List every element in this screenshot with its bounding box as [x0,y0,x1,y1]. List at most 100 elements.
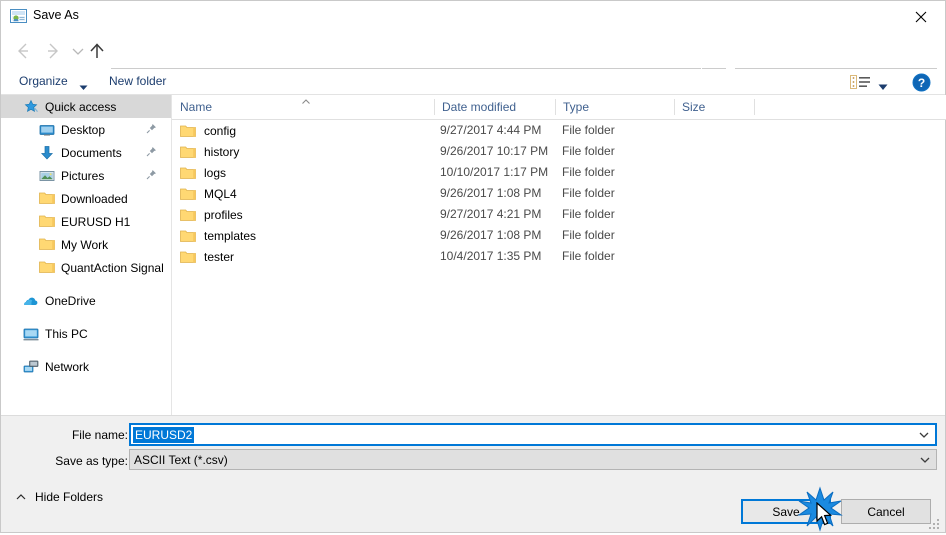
file-type-cell: File folder [562,186,615,200]
list-view-icon[interactable] [850,75,872,89]
sidebar-item-label: This PC [45,326,88,341]
close-icon[interactable] [899,1,945,31]
pin-icon[interactable] [146,146,157,157]
sidebar-item-this-pc[interactable]: This PC [1,322,171,345]
file-name-cell: profiles [180,204,243,225]
table-row[interactable]: MQL4 9/26/2017 1:08 PM File folder [172,183,946,204]
onedrive-cloud-icon [23,293,39,309]
file-date-cell: 9/26/2017 1:08 PM [440,186,542,200]
file-type-cell: File folder [562,165,615,179]
arrow-up-icon[interactable] [85,39,109,63]
sidebar-item-network[interactable]: Network [1,355,171,378]
main-content: Quick access Desktop Documents Pictures … [1,95,946,415]
sidebar-item-label: Desktop [61,122,106,137]
sidebar-item-onedrive[interactable]: OneDrive [1,289,171,312]
folder-icon [39,260,55,276]
table-row[interactable]: tester 10/4/2017 1:35 PM File folder [172,246,946,267]
file-name-label: logs [204,165,227,180]
table-row[interactable]: profiles 9/27/2017 4:21 PM File folder [172,204,946,225]
sidebar-item-downloaded[interactable]: Downloaded [1,187,171,210]
pin-icon[interactable] [146,169,157,180]
chevron-down-icon[interactable] [914,453,936,467]
file-name-label: MQL4 [204,186,237,201]
column-header-date-modified[interactable]: Date modified [434,95,555,119]
pictures-icon [39,168,55,184]
file-name-cell: templates [180,225,256,246]
chevron-down-icon[interactable] [79,80,88,94]
folder-icon [180,187,196,201]
table-row[interactable]: config 9/27/2017 4:44 PM File folder [172,120,946,141]
this-pc-icon [23,326,39,342]
sidebar-item-documents[interactable]: Documents [1,141,171,164]
file-date-cell: 9/26/2017 10:17 PM [440,144,549,158]
file-name-cell: logs [180,162,226,183]
chevron-up-icon [15,490,27,504]
hide-folders-toggle[interactable]: Hide Folders [15,490,103,504]
new-folder-button[interactable]: New folder [109,74,166,88]
save-as-type-value: ASCII Text (*.csv) [134,452,228,467]
sidebar-item-quick-access[interactable]: Quick access [1,95,171,118]
sidebar-item-label: OneDrive [45,293,96,308]
file-type-cell: File folder [562,207,615,221]
folder-icon [39,214,55,230]
sidebar-item-pictures[interactable]: Pictures [1,164,171,187]
sidebar-item-label: QuantAction Signal [61,260,164,275]
file-list-header: Name Date modified Type Size [172,95,946,120]
navigation-bar: « Roaming › MetaQuotes › Terminal › 9155… [1,32,945,92]
window-title: Save As [33,8,79,22]
sidebar-item-quantaction-signal[interactable]: QuantAction Signal [1,256,171,279]
save-button[interactable]: Save [741,499,831,524]
file-name-label: templates [204,228,257,243]
column-header-name[interactable]: Name [172,95,434,119]
save-as-type-label: Save as type: [55,454,128,468]
save-as-dialog: Save As Organize New folder ? Quick acce… [0,0,946,533]
save-as-type-select[interactable]: ASCII Text (*.csv) [129,449,937,470]
sidebar-item-label: Quick access [45,99,117,114]
network-icon [23,359,39,375]
file-name-input[interactable]: EURUSD2 [129,423,937,446]
file-name-label: tester [204,249,235,264]
file-type-cell: File folder [562,249,615,263]
folder-icon [180,208,196,222]
file-type-cell: File folder [562,228,615,242]
sidebar-item-label: Pictures [61,168,105,183]
column-header-type[interactable]: Type [555,95,674,119]
save-as-app-icon [10,8,27,24]
table-row[interactable]: logs 10/10/2017 1:17 PM File folder [172,162,946,183]
file-type-cell: File folder [562,144,615,158]
sidebar-item-my-work[interactable]: My Work [1,233,171,256]
command-toolbar: Organize New folder ? [1,69,945,95]
file-name-cell: MQL4 [180,183,237,204]
cancel-button[interactable]: Cancel [841,499,931,524]
desktop-monitor-icon [39,122,55,138]
arrow-right-icon[interactable] [41,39,65,63]
sidebar-item-label: My Work [61,237,109,252]
arrow-left-icon[interactable] [11,39,35,63]
file-name-label: File name: [71,428,128,442]
file-list-pane: Name Date modified Type Size config 9/27… [171,95,946,415]
organize-button[interactable]: Organize [19,74,68,88]
folder-icon [180,166,196,180]
sidebar-item-eurusd-h1[interactable]: EURUSD H1 [1,210,171,233]
table-row[interactable]: history 9/26/2017 10:17 PM File folder [172,141,946,162]
resize-grip[interactable] [929,517,941,529]
help-question-icon[interactable]: ? [912,73,931,92]
file-name-cell: config [180,120,236,141]
table-row[interactable]: templates 9/26/2017 1:08 PM File folder [172,225,946,246]
column-header-size[interactable]: Size [674,95,754,119]
star-pin-icon [23,99,39,115]
file-name-value[interactable]: EURUSD2 [133,426,195,443]
chevron-down-icon[interactable] [878,80,888,94]
column-divider[interactable] [754,99,755,115]
sidebar-item-desktop[interactable]: Desktop [1,118,171,141]
file-name-cell: tester [180,246,234,267]
sidebar-item-label: Documents [61,145,122,160]
navigation-pane: Quick access Desktop Documents Pictures … [1,95,171,415]
file-date-cell: 9/27/2017 4:21 PM [440,207,542,221]
pin-icon[interactable] [146,123,157,134]
hide-folders-label: Hide Folders [35,490,104,504]
chevron-down-icon[interactable] [913,428,935,442]
sidebar-item-label: Downloaded [61,191,128,206]
